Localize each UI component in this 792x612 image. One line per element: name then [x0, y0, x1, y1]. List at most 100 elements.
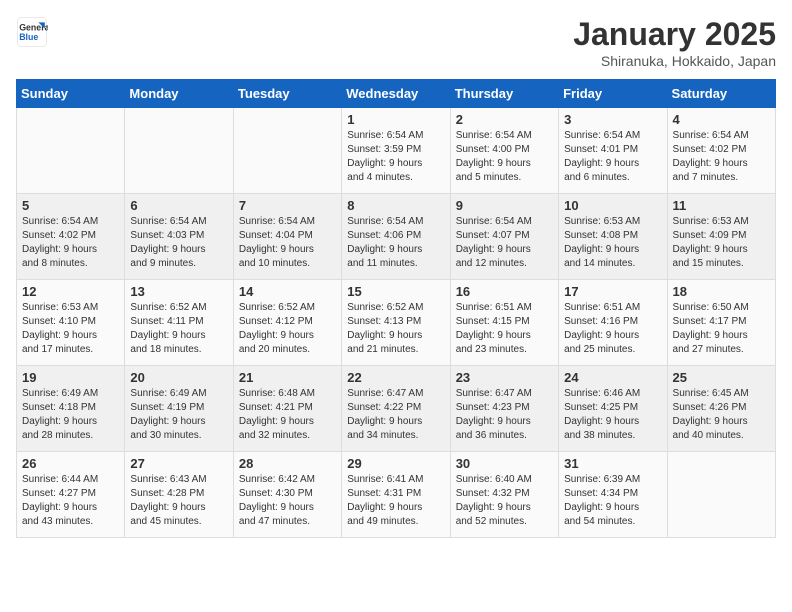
col-header-thursday: Thursday [450, 80, 558, 108]
day-info: Sunrise: 6:51 AM Sunset: 4:16 PM Dayligh… [564, 301, 661, 357]
day-cell [125, 108, 233, 194]
day-cell: 12 Sunrise: 6:53 AM Sunset: 4:10 PM Dayli… [17, 280, 125, 366]
day-number: 26 [22, 456, 119, 471]
day-number: 30 [456, 456, 553, 471]
days-header-row: SundayMondayTuesdayWednesdayThursdayFrid… [17, 80, 776, 108]
day-info: Sunrise: 6:54 AM Sunset: 4:01 PM Dayligh… [564, 129, 661, 185]
day-number: 24 [564, 370, 661, 385]
day-info: Sunrise: 6:54 AM Sunset: 4:07 PM Dayligh… [456, 215, 553, 271]
day-info: Sunrise: 6:43 AM Sunset: 4:28 PM Dayligh… [130, 473, 227, 529]
day-cell: 31 Sunrise: 6:39 AM Sunset: 4:34 PM Dayli… [559, 452, 667, 538]
day-cell: 27 Sunrise: 6:43 AM Sunset: 4:28 PM Dayli… [125, 452, 233, 538]
day-info: Sunrise: 6:54 AM Sunset: 4:04 PM Dayligh… [239, 215, 336, 271]
location: Shiranuka, Hokkaido, Japan [573, 53, 776, 69]
day-info: Sunrise: 6:46 AM Sunset: 4:25 PM Dayligh… [564, 387, 661, 443]
day-cell: 17 Sunrise: 6:51 AM Sunset: 4:16 PM Dayli… [559, 280, 667, 366]
day-info: Sunrise: 6:52 AM Sunset: 4:13 PM Dayligh… [347, 301, 444, 357]
day-info: Sunrise: 6:54 AM Sunset: 4:06 PM Dayligh… [347, 215, 444, 271]
day-number: 11 [673, 198, 770, 213]
day-info: Sunrise: 6:54 AM Sunset: 4:03 PM Dayligh… [130, 215, 227, 271]
day-number: 25 [673, 370, 770, 385]
day-cell: 14 Sunrise: 6:52 AM Sunset: 4:12 PM Dayli… [233, 280, 341, 366]
day-cell: 23Sunrise: 6:47 AM Sunset: 4:23 PM Dayli… [450, 366, 558, 452]
day-cell: 5 Sunrise: 6:54 AM Sunset: 4:02 PM Daylig… [17, 194, 125, 280]
day-cell: 24 Sunrise: 6:46 AM Sunset: 4:25 PM Dayli… [559, 366, 667, 452]
col-header-monday: Monday [125, 80, 233, 108]
day-cell: 3 Sunrise: 6:54 AM Sunset: 4:01 PM Daylig… [559, 108, 667, 194]
day-info: Sunrise: 6:53 AM Sunset: 4:08 PM Dayligh… [564, 215, 661, 271]
week-row-0: 1Sunrise: 6:54 AM Sunset: 3:59 PM Daylig… [17, 108, 776, 194]
day-number: 18 [673, 284, 770, 299]
day-number: 31 [564, 456, 661, 471]
col-header-friday: Friday [559, 80, 667, 108]
day-cell [667, 452, 775, 538]
day-info: Sunrise: 6:49 AM Sunset: 4:18 PM Dayligh… [22, 387, 119, 443]
day-cell: 18 Sunrise: 6:50 AM Sunset: 4:17 PM Dayli… [667, 280, 775, 366]
day-number: 10 [564, 198, 661, 213]
week-row-4: 26Sunrise: 6:44 AM Sunset: 4:27 PM Dayli… [17, 452, 776, 538]
day-cell: 1Sunrise: 6:54 AM Sunset: 3:59 PM Daylig… [342, 108, 450, 194]
day-number: 28 [239, 456, 336, 471]
week-row-1: 5 Sunrise: 6:54 AM Sunset: 4:02 PM Daylig… [17, 194, 776, 280]
day-info: Sunrise: 6:54 AM Sunset: 4:00 PM Dayligh… [456, 129, 553, 185]
day-cell: 21Sunrise: 6:48 AM Sunset: 4:21 PM Dayli… [233, 366, 341, 452]
day-cell: 2 Sunrise: 6:54 AM Sunset: 4:00 PM Daylig… [450, 108, 558, 194]
day-number: 2 [456, 112, 553, 127]
col-header-tuesday: Tuesday [233, 80, 341, 108]
day-number: 16 [456, 284, 553, 299]
day-number: 15 [347, 284, 444, 299]
day-cell: 29Sunrise: 6:41 AM Sunset: 4:31 PM Dayli… [342, 452, 450, 538]
day-info: Sunrise: 6:39 AM Sunset: 4:34 PM Dayligh… [564, 473, 661, 529]
day-info: Sunrise: 6:45 AM Sunset: 4:26 PM Dayligh… [673, 387, 770, 443]
day-number: 17 [564, 284, 661, 299]
day-cell [233, 108, 341, 194]
day-number: 5 [22, 198, 119, 213]
day-cell [17, 108, 125, 194]
day-info: Sunrise: 6:41 AM Sunset: 4:31 PM Dayligh… [347, 473, 444, 529]
day-cell: 9Sunrise: 6:54 AM Sunset: 4:07 PM Daylig… [450, 194, 558, 280]
day-cell: 7 Sunrise: 6:54 AM Sunset: 4:04 PM Daylig… [233, 194, 341, 280]
day-cell: 6Sunrise: 6:54 AM Sunset: 4:03 PM Daylig… [125, 194, 233, 280]
calendar-header: General Blue January 2025 Shiranuka, Hok… [16, 16, 776, 69]
day-info: Sunrise: 6:53 AM Sunset: 4:09 PM Dayligh… [673, 215, 770, 271]
day-number: 20 [130, 370, 227, 385]
day-number: 1 [347, 112, 444, 127]
day-number: 19 [22, 370, 119, 385]
day-cell: 15 Sunrise: 6:52 AM Sunset: 4:13 PM Dayli… [342, 280, 450, 366]
day-number: 3 [564, 112, 661, 127]
day-number: 13 [130, 284, 227, 299]
day-info: Sunrise: 6:52 AM Sunset: 4:12 PM Dayligh… [239, 301, 336, 357]
day-cell: 30 Sunrise: 6:40 AM Sunset: 4:32 PM Dayli… [450, 452, 558, 538]
day-number: 14 [239, 284, 336, 299]
day-number: 4 [673, 112, 770, 127]
day-info: Sunrise: 6:40 AM Sunset: 4:32 PM Dayligh… [456, 473, 553, 529]
col-header-wednesday: Wednesday [342, 80, 450, 108]
week-row-3: 19 Sunrise: 6:49 AM Sunset: 4:18 PM Dayli… [17, 366, 776, 452]
day-cell: 25 Sunrise: 6:45 AM Sunset: 4:26 PM Dayli… [667, 366, 775, 452]
day-info: Sunrise: 6:50 AM Sunset: 4:17 PM Dayligh… [673, 301, 770, 357]
day-cell: 19 Sunrise: 6:49 AM Sunset: 4:18 PM Dayli… [17, 366, 125, 452]
logo-icon: General Blue [16, 16, 48, 48]
day-number: 23 [456, 370, 553, 385]
day-cell: 8 Sunrise: 6:54 AM Sunset: 4:06 PM Daylig… [342, 194, 450, 280]
day-info: Sunrise: 6:49 AM Sunset: 4:19 PM Dayligh… [130, 387, 227, 443]
day-cell: 11 Sunrise: 6:53 AM Sunset: 4:09 PM Dayli… [667, 194, 775, 280]
day-number: 12 [22, 284, 119, 299]
day-info: Sunrise: 6:53 AM Sunset: 4:10 PM Dayligh… [22, 301, 119, 357]
day-info: Sunrise: 6:52 AM Sunset: 4:11 PM Dayligh… [130, 301, 227, 357]
month-title: January 2025 [573, 16, 776, 53]
day-cell: 10 Sunrise: 6:53 AM Sunset: 4:08 PM Dayli… [559, 194, 667, 280]
day-number: 8 [347, 198, 444, 213]
day-info: Sunrise: 6:54 AM Sunset: 4:02 PM Dayligh… [22, 215, 119, 271]
logo: General Blue [16, 16, 48, 48]
day-cell: 4Sunrise: 6:54 AM Sunset: 4:02 PM Daylig… [667, 108, 775, 194]
day-number: 27 [130, 456, 227, 471]
day-info: Sunrise: 6:42 AM Sunset: 4:30 PM Dayligh… [239, 473, 336, 529]
day-number: 7 [239, 198, 336, 213]
day-info: Sunrise: 6:51 AM Sunset: 4:15 PM Dayligh… [456, 301, 553, 357]
day-cell: 16 Sunrise: 6:51 AM Sunset: 4:15 PM Dayli… [450, 280, 558, 366]
col-header-sunday: Sunday [17, 80, 125, 108]
col-header-saturday: Saturday [667, 80, 775, 108]
calendar-table: SundayMondayTuesdayWednesdayThursdayFrid… [16, 79, 776, 538]
day-cell: 28 Sunrise: 6:42 AM Sunset: 4:30 PM Dayli… [233, 452, 341, 538]
